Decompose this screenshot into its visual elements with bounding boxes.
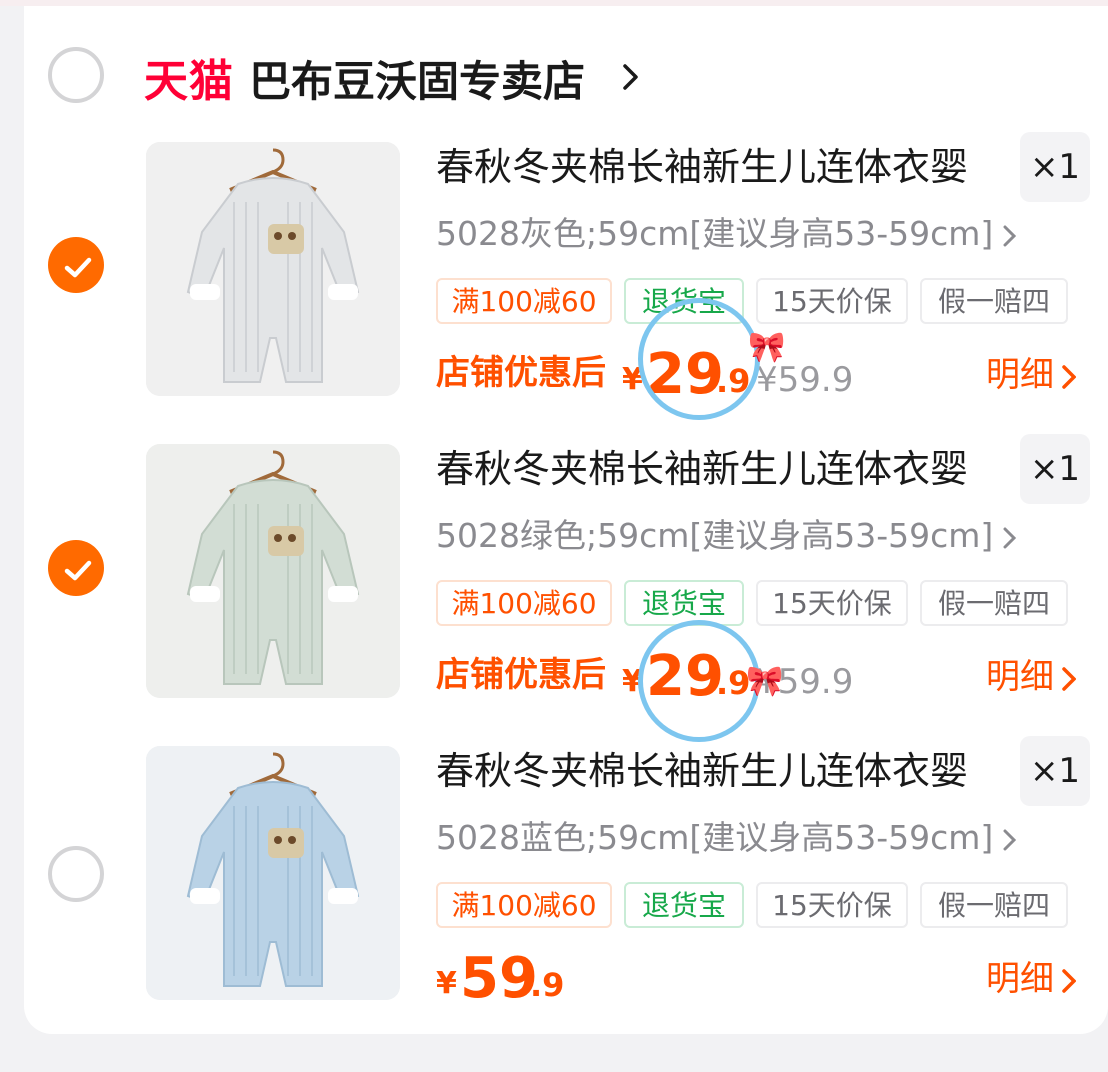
item-select-checkbox[interactable]: [48, 237, 104, 293]
bow-decoration-icon: 🎀: [746, 664, 784, 699]
quantity-button[interactable]: ×1: [1020, 736, 1090, 806]
tag-discount: 满100减60: [436, 278, 612, 324]
detail-link[interactable]: 明细: [986, 654, 1077, 700]
tag-price-protect: 15天价保: [756, 278, 908, 324]
product-title[interactable]: 春秋冬夹棉长袖新生儿连体衣婴: [436, 746, 968, 796]
romper-illustration: [146, 444, 400, 698]
detail-link[interactable]: 明细: [986, 352, 1077, 398]
tag-authentic: 假一赔四: [920, 580, 1068, 626]
chevron-right-icon: [1003, 527, 1017, 548]
detail-label: 明细: [986, 355, 1054, 395]
footer-strip: [0, 1034, 1108, 1072]
tag-price-protect: 15天价保: [756, 580, 908, 626]
chevron-right-icon: [1062, 364, 1077, 389]
price-row: 店铺优惠后 ¥ 29 .9 ¥59.9 明细 🎀: [436, 298, 1108, 420]
tag-price-protect: 15天价保: [756, 882, 908, 928]
promo-label: 店铺优惠后: [436, 353, 606, 393]
tag-discount: 满100减60: [436, 882, 612, 928]
chevron-right-icon: [1003, 829, 1017, 850]
sku-selector[interactable]: 5028蓝色;59cm[建议身高53-59cm]: [436, 816, 1017, 860]
currency-symbol: ¥: [436, 966, 457, 1001]
chevron-right-icon: [1062, 968, 1077, 993]
tag-return: 退货宝: [624, 580, 744, 626]
shop-header[interactable]: 天猫 巴布豆沃固专卖店: [24, 46, 1108, 116]
product-image[interactable]: [146, 142, 400, 396]
shop-select-radio[interactable]: [48, 47, 104, 103]
original-price: ¥59.9: [756, 360, 854, 400]
bow-decoration-icon: 🎀: [748, 330, 786, 365]
product-title[interactable]: 春秋冬夹棉长袖新生儿连体衣婴: [436, 444, 968, 494]
sku-selector[interactable]: 5028灰色;59cm[建议身高53-59cm]: [436, 212, 1017, 256]
price-row: 店铺优惠后 ¥ 29 .9 ¥59.9 明细 🎀: [436, 620, 1108, 742]
detail-label: 明细: [986, 959, 1054, 999]
quantity-button[interactable]: ×1: [1020, 434, 1090, 504]
product-image[interactable]: [146, 746, 400, 1000]
detail-label: 明细: [986, 657, 1054, 697]
sku-text: 5028灰色;59cm[建议身高53-59cm]: [436, 214, 994, 253]
product-image[interactable]: [146, 444, 400, 698]
sku-text: 5028绿色;59cm[建议身高53-59cm]: [436, 516, 994, 555]
promo-label: 店铺优惠后: [436, 655, 606, 695]
chevron-right-icon[interactable]: [622, 62, 640, 92]
tag-authentic: 假一赔四: [920, 882, 1068, 928]
circle-annotation: [638, 620, 760, 742]
price-decimal: .9: [530, 966, 565, 1004]
circle-annotation: [638, 298, 760, 420]
romper-illustration: [146, 746, 400, 1000]
romper-illustration: [146, 142, 400, 396]
tag-return: 退货宝: [624, 882, 744, 928]
shop-cart-card: 天猫 巴布豆沃固专卖店 春秋冬夹棉长袖新生儿连体衣婴 ×1 5028灰色;59c…: [24, 6, 1108, 1034]
cart-item: 春秋冬夹棉长袖新生儿连体衣婴 ×1 5028灰色;59cm[建议身高53-59c…: [24, 132, 1108, 432]
sku-text: 5028蓝色;59cm[建议身高53-59cm]: [436, 818, 994, 857]
check-icon: [64, 257, 92, 278]
detail-link[interactable]: 明细: [986, 956, 1077, 1002]
tag-authentic: 假一赔四: [920, 278, 1068, 324]
item-select-checkbox[interactable]: [48, 540, 104, 596]
sku-selector[interactable]: 5028绿色;59cm[建议身高53-59cm]: [436, 514, 1017, 558]
shop-name[interactable]: 巴布豆沃固专卖店: [249, 52, 585, 112]
product-title[interactable]: 春秋冬夹棉长袖新生儿连体衣婴: [436, 142, 968, 192]
price-integer: 59: [460, 946, 538, 1011]
chevron-right-icon: [1003, 225, 1017, 246]
item-select-checkbox[interactable]: [48, 846, 104, 902]
cart-item: 春秋冬夹棉长袖新生儿连体衣婴 ×1 5028蓝色;59cm[建议身高53-59c…: [24, 736, 1108, 1036]
tmall-logo: 天猫: [144, 56, 234, 107]
chevron-right-icon: [1062, 666, 1077, 691]
price-row: ¥ 59 .9 明细: [436, 946, 1108, 1016]
tag-discount: 满100减60: [436, 580, 612, 626]
quantity-button[interactable]: ×1: [1020, 132, 1090, 202]
check-icon: [64, 560, 92, 581]
cart-item: 春秋冬夹棉长袖新生儿连体衣婴 ×1 5028绿色;59cm[建议身高53-59c…: [24, 434, 1108, 742]
